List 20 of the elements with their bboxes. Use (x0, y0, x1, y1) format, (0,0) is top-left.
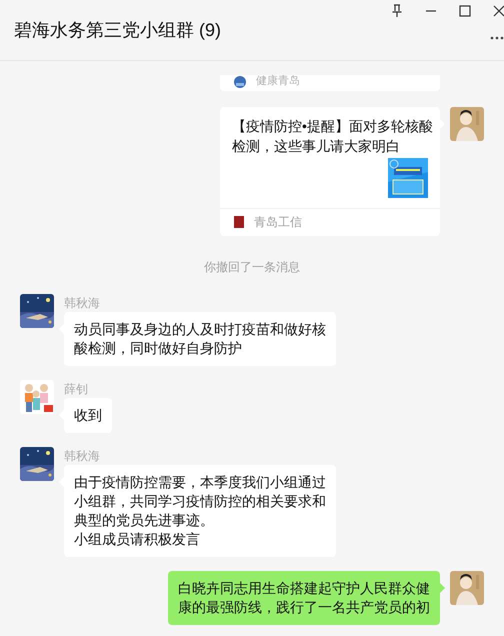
message-text: 收到 (74, 406, 102, 425)
sender-name: 薛钊 (64, 382, 89, 396)
source-name: 健康青岛 (256, 75, 300, 88)
pin-icon[interactable] (391, 4, 403, 18)
article-card[interactable]: 【疫情防控•提醒】面对多轮核酸检测，这些事儿请大家明白 青岛工信 (220, 107, 440, 236)
maximize-icon[interactable] (459, 4, 471, 18)
window-title: 碧海水务第三党小组群 (9) (14, 19, 221, 42)
logo-icon (234, 216, 244, 228)
message-text: 小组成员请积极发言 (74, 530, 201, 549)
message-text: 动员同事及身边的人及时打疫苗和做好核酸检测，同时做好自身防护 (74, 320, 326, 358)
message-text: 由于疫情防控需要，本季度我们小组通过小组群，共同学习疫情防控的相关要求和典型的党员先进事迹。 (74, 473, 326, 530)
sender-name: 韩秋海 (64, 296, 101, 310)
logo-icon (234, 76, 246, 88)
source-name: 青岛工信 (254, 214, 302, 231)
message-text: 白晓卉同志用生命搭建起守护人民群众健康的最强防线，践行了一名共产党员的初 (178, 579, 430, 617)
recall-notice: 你撤回了一条消息 (203, 259, 301, 276)
sender-name: 韩秋海 (64, 449, 101, 463)
close-icon[interactable] (493, 4, 504, 18)
more-icon[interactable] (490, 36, 504, 40)
article-title: 【疫情防控•提醒】面对多轮核酸检测，这些事儿请大家明白 (231, 117, 434, 156)
